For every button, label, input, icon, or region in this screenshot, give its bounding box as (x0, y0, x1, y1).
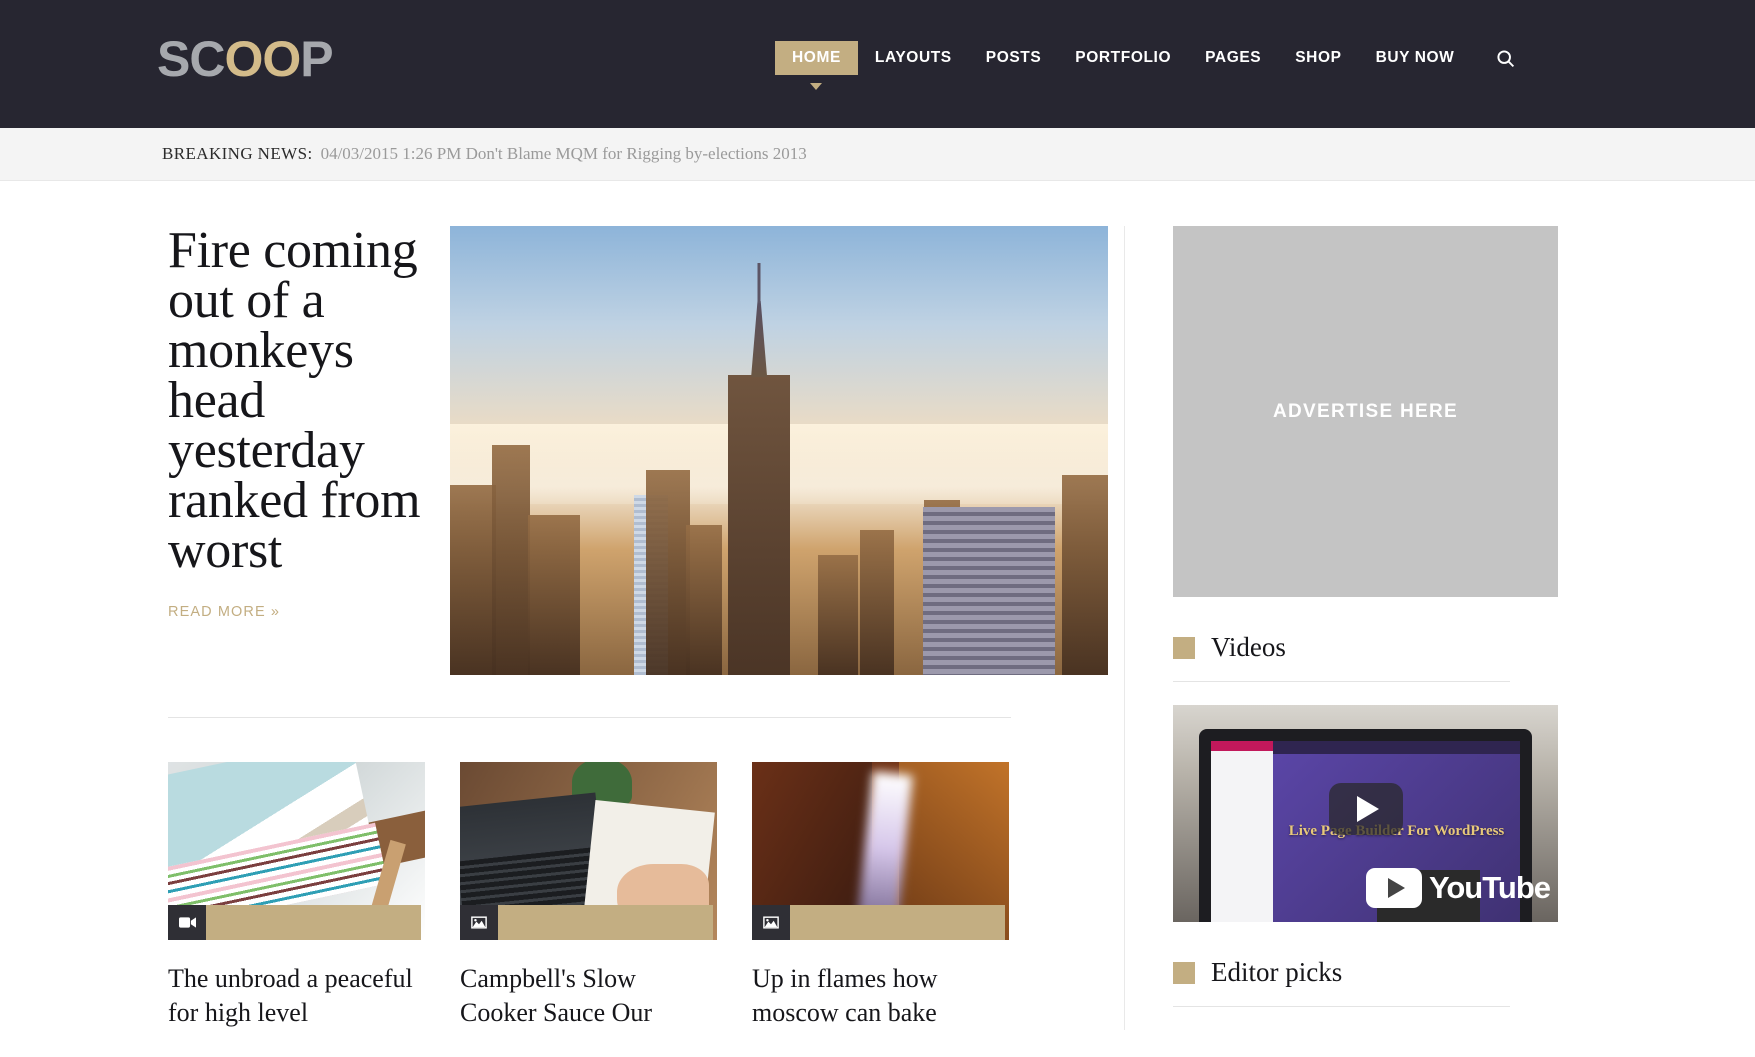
nav-item-posts-label: POSTS (986, 49, 1042, 66)
post-grid: The unbroad a peaceful for high level (168, 762, 1108, 1030)
nav-item-home-label: HOME (792, 49, 841, 66)
play-button[interactable] (1329, 783, 1403, 835)
building (1062, 475, 1108, 675)
nav-item-shop[interactable]: SHOP (1278, 41, 1358, 75)
page-body: Fire coming out of a monkeys head yester… (0, 181, 1755, 1030)
post-media-badge (168, 905, 425, 940)
main-column: Fire coming out of a monkeys head yester… (168, 181, 1108, 1030)
post-card-title[interactable]: Up in flames how moscow can bake (752, 962, 1009, 1030)
post-media-badge (752, 905, 1009, 940)
breaking-news-text[interactable]: 04/03/2015 1:26 PM Don't Blame MQM for R… (321, 144, 807, 164)
featured-post-text: Fire coming out of a monkeys head yester… (168, 226, 450, 675)
nav-item-buy-now[interactable]: BUY NOW (1359, 41, 1472, 75)
logo-text-part3: P (300, 31, 332, 87)
youtube-play-icon (1366, 868, 1422, 908)
logo-text-part1: SC (157, 31, 224, 87)
post-thumbnail[interactable] (752, 762, 1009, 940)
nav-item-portfolio[interactable]: PORTFOLIO (1058, 41, 1188, 75)
sidebar: ADVERTISE HERE Videos Live Page Builder … (1125, 181, 1510, 1030)
search-button[interactable] (1495, 48, 1516, 69)
building (686, 525, 722, 675)
breaking-news-label: BREAKING NEWS: (162, 144, 313, 164)
youtube-badge: YouTube (1366, 868, 1550, 908)
featured-post-title[interactable]: Fire coming out of a monkeys head yester… (168, 226, 430, 576)
nav-item-shop-label: SHOP (1295, 49, 1341, 66)
nav-item-pages-label: PAGES (1205, 49, 1261, 66)
video-camera-icon (168, 905, 206, 940)
read-more-link[interactable]: READ MORE » (168, 604, 280, 620)
post-card-title[interactable]: Campbell's Slow Cooker Sauce Our (460, 962, 717, 1030)
editor-picks-widget-header: Editor picks (1173, 957, 1510, 988)
building (492, 445, 530, 675)
post-card-title[interactable]: The unbroad a peaceful for high level (168, 962, 425, 1030)
active-caret-icon (810, 83, 822, 90)
nav-item-pages[interactable]: PAGES (1188, 41, 1278, 75)
advertisement-placeholder[interactable]: ADVERTISE HERE (1173, 226, 1558, 597)
breaking-news-bar: BREAKING NEWS: 04/03/2015 1:26 PM Don't … (0, 128, 1755, 181)
widget-divider (1173, 681, 1510, 682)
videos-widget-title: Videos (1211, 632, 1286, 663)
square-bullet-icon (1173, 637, 1195, 659)
featured-post-image[interactable] (450, 226, 1108, 675)
nav-item-buy-now-label: BUY NOW (1376, 49, 1455, 66)
featured-post: Fire coming out of a monkeys head yester… (168, 226, 1108, 675)
play-icon (1357, 796, 1379, 822)
building (860, 530, 894, 675)
grey-office-block (923, 507, 1055, 675)
youtube-wordmark: YouTube (1429, 870, 1550, 906)
search-icon (1495, 48, 1516, 69)
nav-item-layouts[interactable]: LAYOUTS (858, 41, 969, 75)
videos-widget-header: Videos (1173, 632, 1510, 663)
editor-picks-widget-title: Editor picks (1211, 957, 1342, 988)
logo-text-part2: OO (224, 31, 300, 87)
site-logo[interactable]: SCOOP (157, 30, 333, 88)
post-thumbnail[interactable] (460, 762, 717, 940)
post-media-badge (460, 905, 717, 940)
badge-accent-bar (498, 905, 713, 940)
building (646, 470, 690, 675)
nav-item-layouts-label: LAYOUTS (875, 49, 952, 66)
building (450, 485, 496, 675)
square-bullet-icon (1173, 962, 1195, 984)
section-divider (168, 717, 1011, 718)
nav-item-home[interactable]: HOME (775, 41, 858, 75)
editor-panel (1211, 741, 1273, 922)
website-navbar (1273, 741, 1520, 754)
image-icon (752, 905, 790, 940)
nav-item-posts[interactable]: POSTS (969, 41, 1059, 75)
image-icon (460, 905, 498, 940)
building (528, 515, 580, 675)
video-thumbnail[interactable]: Live Page Builder For WordPress YouTube (1173, 705, 1558, 922)
main-navigation: HOME LAYOUTS POSTS PORTFOLIO PAGES SHOP … (775, 41, 1516, 75)
widget-divider (1173, 1006, 1510, 1007)
post-card[interactable]: Up in flames how moscow can bake (752, 762, 1009, 1030)
editor-panel-header (1211, 741, 1273, 751)
advertisement-label: ADVERTISE HERE (1273, 401, 1458, 423)
badge-accent-bar (206, 905, 421, 940)
post-thumbnail[interactable] (168, 762, 425, 940)
badge-accent-bar (790, 905, 1005, 940)
nav-item-portfolio-label: PORTFOLIO (1075, 49, 1171, 66)
site-header: SCOOP HOME LAYOUTS POSTS PORTFOLIO PAGES… (0, 0, 1755, 128)
building (818, 555, 858, 675)
post-card[interactable]: The unbroad a peaceful for high level (168, 762, 425, 1030)
empire-state-building (728, 375, 790, 675)
post-card[interactable]: Campbell's Slow Cooker Sauce Our (460, 762, 717, 1030)
